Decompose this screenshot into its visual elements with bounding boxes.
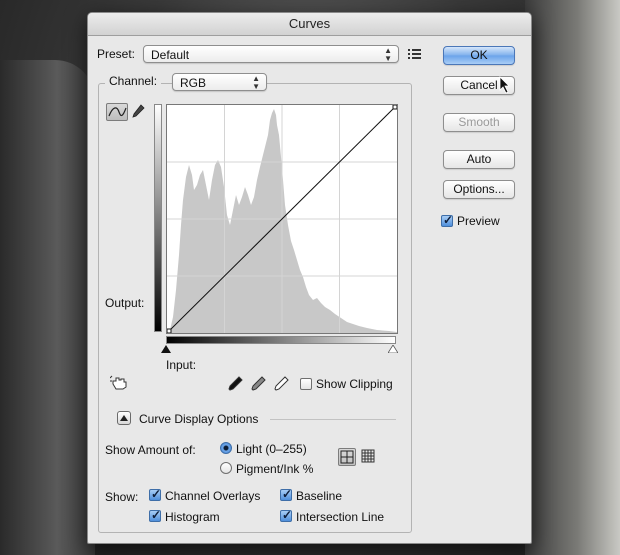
input-gradient-bar <box>166 336 396 344</box>
show-amount-label: Show Amount of: <box>105 443 196 457</box>
light-radio[interactable] <box>220 442 232 454</box>
updown-arrows-icon: ▲ ▼ <box>384 46 392 63</box>
grid-10x10-icon <box>361 449 375 463</box>
targeted-adjustment-hand-icon[interactable] <box>110 375 130 391</box>
histogram-label: Histogram <box>165 510 220 524</box>
curve-points-icon <box>108 107 127 117</box>
curve-point-highlights[interactable] <box>392 105 397 110</box>
baseline-label: Baseline <box>296 489 343 503</box>
intersection-line-label: Intersection Line <box>296 510 385 524</box>
preview-label: Preview <box>457 214 500 228</box>
curve-display-options-label: Curve Display Options <box>139 412 259 426</box>
background-left <box>0 60 95 555</box>
background-right <box>525 0 620 555</box>
input-label: Input: <box>166 358 197 372</box>
channel-label: Channel: <box>105 74 162 88</box>
gray-point-eyedropper-icon[interactable] <box>250 376 266 392</box>
curve-graph[interactable] <box>166 104 398 334</box>
show-clipping-checkbox[interactable] <box>300 378 312 390</box>
ok-button[interactable]: OK <box>443 46 515 65</box>
curves-dialog: Curves Preset: Default ▲ ▼ OK Cancel Smoo… <box>87 12 532 544</box>
intersection-line-checkbox[interactable] <box>280 508 292 522</box>
curve-display-options-toggle[interactable] <box>117 411 131 425</box>
updown-arrows-icon: ▲ ▼ <box>252 74 260 91</box>
show-label: Show: <box>105 490 139 504</box>
output-gradient-bar <box>154 104 162 332</box>
window-title: Curves <box>88 13 531 36</box>
preset-select[interactable]: Default ▲ ▼ <box>143 45 399 63</box>
light-radio-label: Light (0–255) <box>236 442 307 456</box>
disclosure-triangle-icon <box>120 415 128 421</box>
channel-overlays-label: Channel Overlays <box>165 489 261 503</box>
preset-label: Preset: <box>97 47 136 61</box>
preview-checkbox[interactable] <box>441 213 453 227</box>
white-point-eyedropper-icon[interactable] <box>273 376 289 392</box>
preset-value: Default <box>151 48 190 62</box>
histogram-checkbox[interactable] <box>149 508 161 522</box>
curve-point-shadows[interactable] <box>167 328 172 333</box>
channel-select[interactable]: RGB ▲ ▼ <box>172 73 267 91</box>
grid-4x4-icon <box>340 450 354 464</box>
baseline-checkbox[interactable] <box>280 487 292 501</box>
white-input-slider[interactable] <box>388 345 398 353</box>
curve-points-tool[interactable] <box>106 103 128 121</box>
channel-overlays-checkbox[interactable] <box>149 487 161 501</box>
channel-value: RGB <box>180 76 207 90</box>
grid-detailed-button[interactable] <box>360 448 378 466</box>
output-label: Output: <box>105 296 145 310</box>
black-point-eyedropper-icon[interactable] <box>227 376 243 392</box>
show-clipping-label: Show Clipping <box>316 377 393 391</box>
grid-simple-button[interactable] <box>338 448 356 466</box>
options-button[interactable]: Options... <box>443 180 515 199</box>
section-divider <box>270 419 396 420</box>
curve-graph-canvas <box>167 105 397 333</box>
pencil-icon[interactable] <box>131 104 145 120</box>
mouse-cursor-icon <box>499 76 510 94</box>
auto-button[interactable]: Auto <box>443 150 515 169</box>
smooth-button[interactable]: Smooth <box>443 113 515 132</box>
black-input-slider[interactable] <box>161 345 171 353</box>
pigment-radio-label: Pigment/Ink % <box>236 462 314 476</box>
preset-options-icon[interactable] <box>408 48 422 60</box>
pigment-radio[interactable] <box>220 462 232 474</box>
